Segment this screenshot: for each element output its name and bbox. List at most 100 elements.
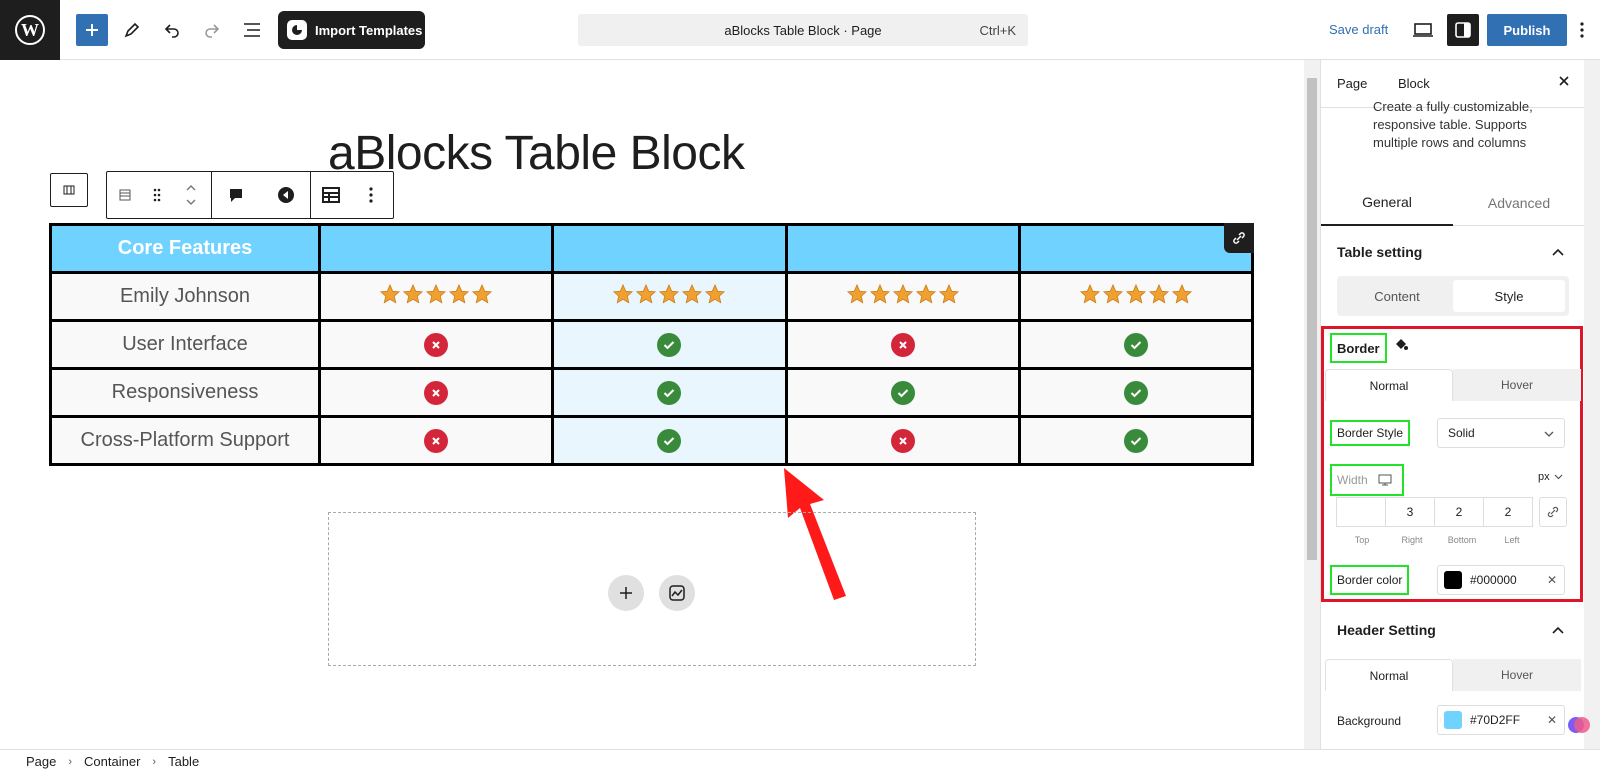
- move-up-down-icon[interactable]: [171, 172, 211, 218]
- border-width-top-input[interactable]: [1336, 497, 1386, 527]
- feature-cell[interactable]: Responsiveness: [49, 367, 321, 418]
- chevron-up-icon[interactable]: [1552, 621, 1564, 639]
- status-cell[interactable]: [784, 367, 1021, 418]
- header-background-swatch[interactable]: [1444, 711, 1462, 729]
- assistant-brain-icon[interactable]: [1567, 713, 1591, 742]
- publish-button[interactable]: Publish: [1487, 14, 1567, 46]
- border-width-bottom-input[interactable]: 2: [1434, 497, 1484, 527]
- breadcrumb-item[interactable]: Page: [26, 754, 56, 769]
- tab-page[interactable]: Page: [1337, 76, 1367, 91]
- status-cell[interactable]: [551, 367, 788, 418]
- document-overview-icon[interactable]: [236, 14, 268, 46]
- chevron-up-icon[interactable]: [1552, 243, 1564, 261]
- block-options-icon[interactable]: [351, 172, 391, 218]
- header-cell[interactable]: [1017, 223, 1255, 274]
- wordpress-logo-icon[interactable]: W: [0, 0, 60, 60]
- select-parent-block-button[interactable]: [50, 173, 88, 207]
- header-background-field[interactable]: #70D2FF ✕: [1437, 705, 1565, 735]
- status-cell[interactable]: [317, 367, 555, 418]
- close-icon[interactable]: [1557, 74, 1571, 93]
- star-icon: [448, 283, 470, 311]
- status-cell[interactable]: [784, 415, 1021, 466]
- header-cell[interactable]: [784, 223, 1021, 274]
- star-rating: [846, 283, 960, 311]
- import-templates-icon: [287, 20, 307, 40]
- cross-circle-icon: [424, 428, 449, 453]
- link-values-icon[interactable]: [1539, 497, 1567, 527]
- clear-color-icon[interactable]: ✕: [1547, 713, 1557, 727]
- label-bottom: Bottom: [1447, 535, 1477, 545]
- undo-icon[interactable]: [156, 14, 188, 46]
- status-cell[interactable]: [784, 319, 1021, 370]
- table-block-icon[interactable]: [107, 172, 143, 218]
- settings-sidebar-toggle-icon[interactable]: [1447, 14, 1479, 46]
- redo-icon[interactable]: [196, 14, 228, 46]
- command-palette-bar[interactable]: aBlocks Table Block · Page Ctrl+K: [578, 14, 1028, 46]
- edit-link-icon[interactable]: [1224, 223, 1254, 253]
- paint-bucket-icon[interactable]: [1393, 336, 1409, 357]
- header-setting-title[interactable]: Header Setting: [1337, 622, 1436, 638]
- feature-table[interactable]: Core Features Emily Johnson User Interfac…: [49, 223, 1255, 466]
- status-cell[interactable]: [551, 415, 788, 466]
- block-toolbar: [106, 171, 394, 219]
- import-templates-button[interactable]: Import Templates: [278, 11, 425, 49]
- rating-cell[interactable]: [551, 271, 788, 322]
- border-width-left-input[interactable]: 2: [1483, 497, 1533, 527]
- header-cell[interactable]: [551, 223, 788, 274]
- feature-cell[interactable]: User Interface: [49, 319, 321, 370]
- clear-color-icon[interactable]: ✕: [1547, 573, 1557, 587]
- sidebar-scrollbar[interactable]: [1584, 60, 1600, 749]
- breadcrumb-item[interactable]: Container: [84, 754, 140, 769]
- add-block-plus-icon[interactable]: [608, 575, 644, 611]
- unit-select[interactable]: px: [1538, 471, 1563, 483]
- border-color-swatch[interactable]: [1444, 571, 1462, 589]
- chevron-down-icon: [1554, 474, 1563, 480]
- tab-border-hover[interactable]: Hover: [1453, 369, 1581, 401]
- block-appender-area[interactable]: [328, 512, 976, 666]
- chevron-down-icon: [1544, 427, 1554, 441]
- tab-advanced[interactable]: Advanced: [1453, 180, 1584, 226]
- tab-header-normal[interactable]: Normal: [1325, 659, 1453, 691]
- options-menu-icon[interactable]: [1572, 14, 1592, 46]
- canvas-scrollbar-thumb[interactable]: [1307, 78, 1317, 560]
- cross-circle-icon: [424, 332, 449, 357]
- ai-assist-icon[interactable]: [268, 172, 304, 218]
- rating-cell[interactable]: [1017, 271, 1255, 322]
- border-width-right-input[interactable]: 3: [1385, 497, 1435, 527]
- tab-header-hover[interactable]: Hover: [1453, 659, 1581, 691]
- feature-cell[interactable]: Cross-Platform Support: [49, 415, 321, 466]
- preview-icon[interactable]: [1407, 14, 1439, 46]
- tab-block[interactable]: Block: [1398, 76, 1430, 91]
- tab-style[interactable]: Style: [1453, 280, 1565, 312]
- breadcrumb-item[interactable]: Table: [168, 754, 199, 769]
- status-cell[interactable]: [551, 319, 788, 370]
- border-style-select[interactable]: Solid: [1437, 418, 1565, 448]
- table-edit-icon[interactable]: [311, 172, 351, 218]
- canvas-scrollbar[interactable]: [1304, 60, 1320, 749]
- star-icon: [846, 283, 868, 311]
- rating-cell[interactable]: [317, 271, 555, 322]
- tab-general[interactable]: General: [1321, 180, 1453, 226]
- status-cell[interactable]: [1017, 415, 1255, 466]
- status-cell[interactable]: [1017, 367, 1255, 418]
- tab-content[interactable]: Content: [1341, 280, 1453, 312]
- header-cell[interactable]: [317, 223, 555, 274]
- save-draft-button[interactable]: Save draft: [1329, 22, 1388, 37]
- settings-sidebar: Page Block Create a fully customizable, …: [1320, 60, 1584, 749]
- status-cell[interactable]: [317, 319, 555, 370]
- tools-pencil-icon[interactable]: [116, 14, 148, 46]
- pattern-chart-icon[interactable]: [659, 575, 695, 611]
- status-cell[interactable]: [1017, 319, 1255, 370]
- header-cell-core-features[interactable]: Core Features: [49, 223, 321, 274]
- drag-handle-icon[interactable]: [143, 172, 171, 218]
- rating-cell[interactable]: [784, 271, 1021, 322]
- border-color-field[interactable]: #000000 ✕: [1437, 565, 1565, 595]
- table-setting-title[interactable]: Table setting: [1337, 244, 1422, 260]
- status-cell[interactable]: [317, 415, 555, 466]
- cross-circle-icon: [890, 332, 915, 357]
- feature-cell[interactable]: Emily Johnson: [49, 271, 321, 322]
- width-label: Width: [1337, 473, 1368, 487]
- comment-icon[interactable]: [218, 172, 254, 218]
- tab-border-normal[interactable]: Normal: [1325, 369, 1453, 401]
- add-block-button[interactable]: [76, 14, 108, 46]
